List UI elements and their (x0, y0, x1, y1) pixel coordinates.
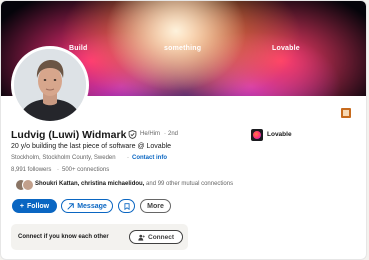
banner-word-1: Build (69, 45, 88, 52)
degree-separator: · (164, 131, 166, 137)
send-icon (67, 202, 74, 210)
connections-count[interactable]: 500+ connections (62, 167, 109, 173)
verified-badge-icon[interactable] (128, 130, 137, 139)
connect-prompt-card: Connect if you know each other Connect (11, 224, 188, 250)
mutual-connections-text[interactable]: Shoukri Kattan, christina michaelidou, a… (35, 181, 233, 187)
mutual-names: Shoukri Kattan, christina michaelidou, (35, 181, 145, 187)
profile-location: Stockholm, Stockholm County, Sweden (11, 155, 116, 161)
profile-photo-image (14, 49, 86, 121)
connection-degree: 2nd (168, 131, 179, 137)
add-person-icon (138, 234, 145, 241)
mutual-rest: and 99 other mutual connections (146, 181, 234, 187)
plus-icon: + (19, 202, 24, 210)
message-button[interactable]: Message (61, 199, 113, 213)
connect-prompt-text: Connect if you know each other (18, 234, 109, 240)
followers-count[interactable]: 8,991 followers (11, 167, 51, 173)
profile-name: Ludvig (Luwi) Widmark (11, 129, 127, 141)
banner-word-2: something (164, 45, 202, 52)
bookmark-icon (123, 202, 130, 210)
mutual-avatar (22, 179, 34, 191)
follow-label: Follow (26, 202, 50, 210)
follow-button[interactable]: + Follow (12, 199, 57, 213)
connect-button[interactable]: Connect (129, 230, 183, 244)
location-separator: · (127, 155, 129, 161)
message-label: Message (77, 202, 107, 210)
save-profile-button[interactable] (118, 199, 135, 213)
connect-label: Connect (148, 233, 174, 241)
profile-card: Build something Lovable Ludvig (Luwi) Wi… (0, 0, 367, 260)
edit-banner-icon[interactable] (341, 108, 351, 118)
connections-separator: · (57, 167, 59, 173)
mutual-connection-avatars[interactable] (15, 179, 35, 191)
pronouns: He/Him (140, 131, 161, 137)
company-name[interactable]: Lovable (267, 131, 292, 138)
banner-word-3: Lovable (272, 45, 300, 52)
more-button[interactable]: More (140, 199, 171, 213)
profile-headline: 20 y/o building the last piece of softwa… (11, 143, 172, 150)
contact-info-link[interactable]: Contact info (132, 155, 167, 161)
profile-photo[interactable] (11, 46, 89, 124)
lovable-logo-icon[interactable] (251, 129, 263, 141)
more-label: More (147, 202, 164, 210)
